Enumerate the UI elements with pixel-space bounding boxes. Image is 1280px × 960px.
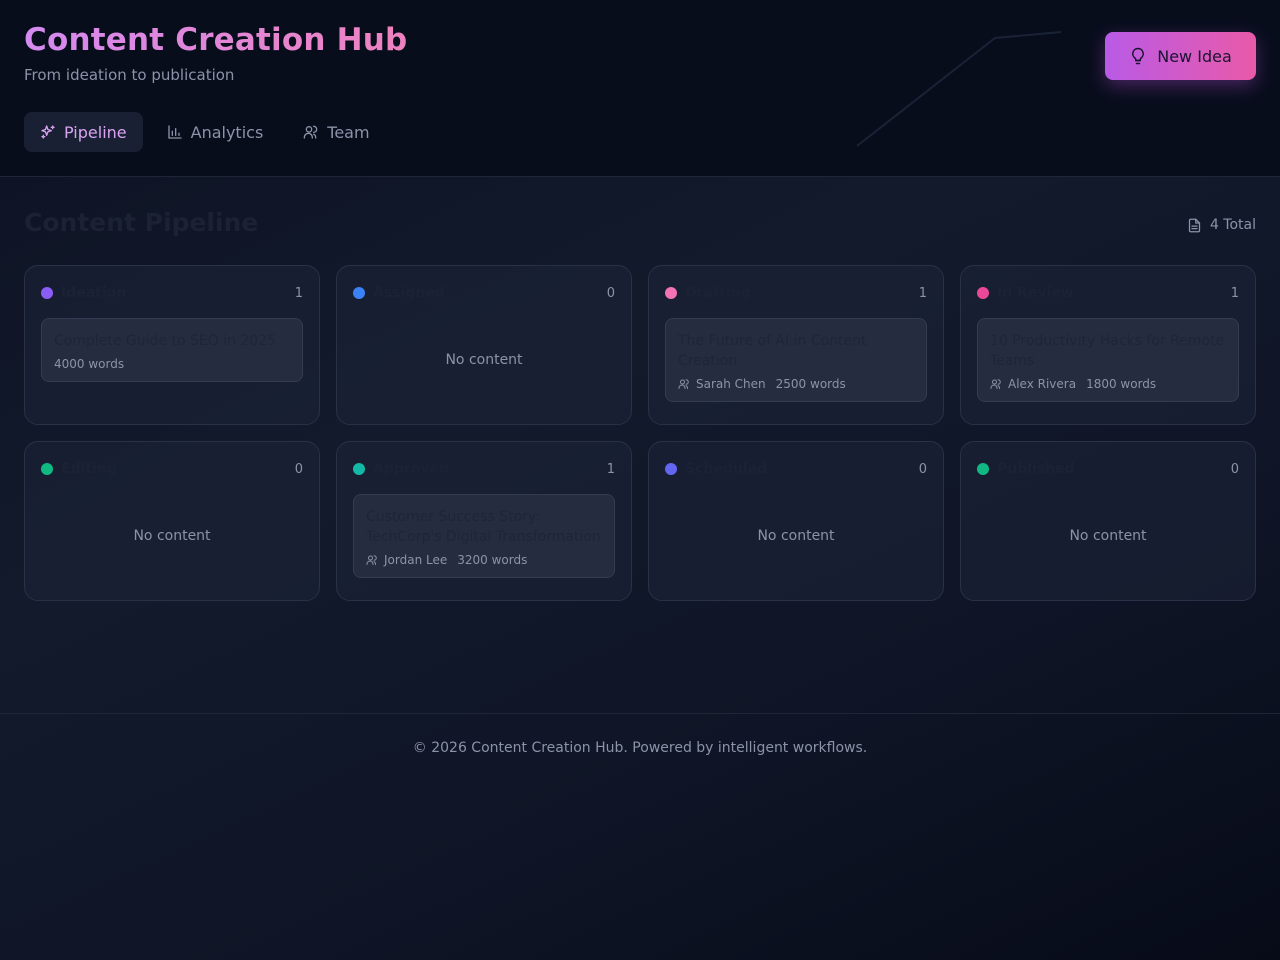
status-dot: [665, 463, 677, 475]
main-tabs: Pipeline Analytics Team: [24, 112, 386, 152]
status-dot: [41, 287, 53, 299]
card-title: Customer Success Story: TechCorp's Digit…: [366, 509, 601, 545]
new-idea-button[interactable]: New Idea: [1105, 32, 1256, 80]
empty-state: No content: [133, 528, 211, 544]
card-word-count: 3200 words: [457, 553, 528, 567]
column-in-review: In Review 1 10 Productivity Hacks for Re…: [960, 265, 1256, 425]
tab-team[interactable]: Team: [287, 112, 385, 152]
card-author: Sarah Chen: [696, 377, 766, 391]
column-count: 1: [918, 285, 927, 301]
card-title: The Future of AI in Content Creation: [678, 333, 867, 369]
app-subtitle: From ideation to publication: [24, 66, 235, 84]
column-name: Scheduled: [685, 461, 768, 477]
column-name: Approved: [373, 461, 450, 477]
card-meta: 4000 words: [54, 357, 290, 371]
column-name: Drafting: [685, 285, 751, 301]
content-card[interactable]: 10 Productivity Hacks for Remote Teams A…: [977, 318, 1239, 402]
status-dot: [977, 287, 989, 299]
empty-state: No content: [1069, 528, 1147, 544]
column-count: 1: [1230, 285, 1239, 301]
tab-pipeline[interactable]: Pipeline: [24, 112, 143, 152]
column-scheduled: Scheduled 0 No content: [648, 441, 944, 601]
column-published: Published 0 No content: [960, 441, 1256, 601]
status-dot: [353, 463, 365, 475]
new-idea-label: New Idea: [1157, 46, 1232, 66]
column-count: 0: [1230, 461, 1239, 477]
column-assigned: Assigned 0 No content: [336, 265, 632, 425]
status-dot: [977, 463, 989, 475]
lightbulb-icon: [1132, 47, 1145, 65]
pipeline-board: Ideation 1 Complete Guide to SEO in 2025…: [24, 265, 1256, 601]
column-count: 0: [606, 285, 615, 301]
column-count: 1: [294, 285, 303, 301]
status-dot: [353, 287, 365, 299]
pipeline-title: Content Pipeline: [24, 208, 259, 237]
content-card[interactable]: Complete Guide to SEO in 2025 4000 words: [41, 318, 303, 382]
card-title: 10 Productivity Hacks for Remote Teams: [990, 333, 1225, 369]
card-author: Alex Rivera: [1008, 377, 1077, 391]
card-meta: Jordan Lee 3200 words: [366, 553, 602, 567]
card-meta: Sarah Chen 2500 words: [678, 377, 914, 391]
content-card[interactable]: The Future of AI in Content Creation Sar…: [665, 318, 927, 402]
tab-team-label: Team: [327, 122, 370, 142]
card-word-count: 2500 words: [775, 377, 846, 391]
total-count: 4 Total: [1187, 216, 1256, 234]
card-word-count: 4000 words: [54, 357, 125, 371]
empty-state: No content: [757, 528, 835, 544]
card-word-count: 1800 words: [1086, 377, 1157, 391]
users-icon: [303, 125, 318, 139]
card-meta: Alex Rivera 1800 words: [990, 377, 1226, 391]
tab-pipeline-label: Pipeline: [64, 122, 127, 142]
column-name: Published: [997, 461, 1075, 477]
column-name: Assigned: [373, 285, 445, 301]
document-icon: [1188, 218, 1201, 232]
column-name: In Review: [997, 285, 1074, 301]
column-name: Ideation: [61, 285, 127, 301]
sparkles-icon: [41, 125, 55, 139]
empty-state: No content: [445, 352, 523, 368]
column-ideation: Ideation 1 Complete Guide to SEO in 2025…: [24, 265, 320, 425]
status-dot: [41, 463, 53, 475]
column-count: 0: [918, 461, 927, 477]
column-count: 1: [606, 461, 615, 477]
user-icon: [678, 379, 689, 389]
card-author: Jordan Lee: [384, 553, 448, 567]
total-count-label: 4 Total: [1209, 217, 1256, 233]
app-footer: © 2026 Content Creation Hub. Powered by …: [0, 713, 1280, 960]
column-editing: Editing 0 No content: [24, 441, 320, 601]
card-title: Complete Guide to SEO in 2025: [54, 333, 277, 349]
status-dot: [665, 287, 677, 299]
column-name: Editing: [61, 461, 117, 477]
tab-analytics[interactable]: Analytics: [151, 112, 280, 152]
bar-chart-icon: [167, 125, 182, 139]
tab-analytics-label: Analytics: [190, 122, 264, 142]
user-icon: [990, 379, 1001, 389]
column-count: 0: [294, 461, 303, 477]
footer-text: © 2026 Content Creation Hub. Powered by …: [412, 740, 868, 756]
app-title: Content Creation Hub: [24, 22, 408, 58]
user-icon: [366, 555, 377, 565]
content-card[interactable]: Customer Success Story: TechCorp's Digit…: [353, 494, 615, 578]
column-drafting: Drafting 1 The Future of AI in Content C…: [648, 265, 944, 425]
decorative-line: [856, 31, 1062, 147]
column-approved: Approved 1 Customer Success Story: TechC…: [336, 441, 632, 601]
app-header: Content Creation Hub From ideation to pu…: [0, 0, 1280, 177]
